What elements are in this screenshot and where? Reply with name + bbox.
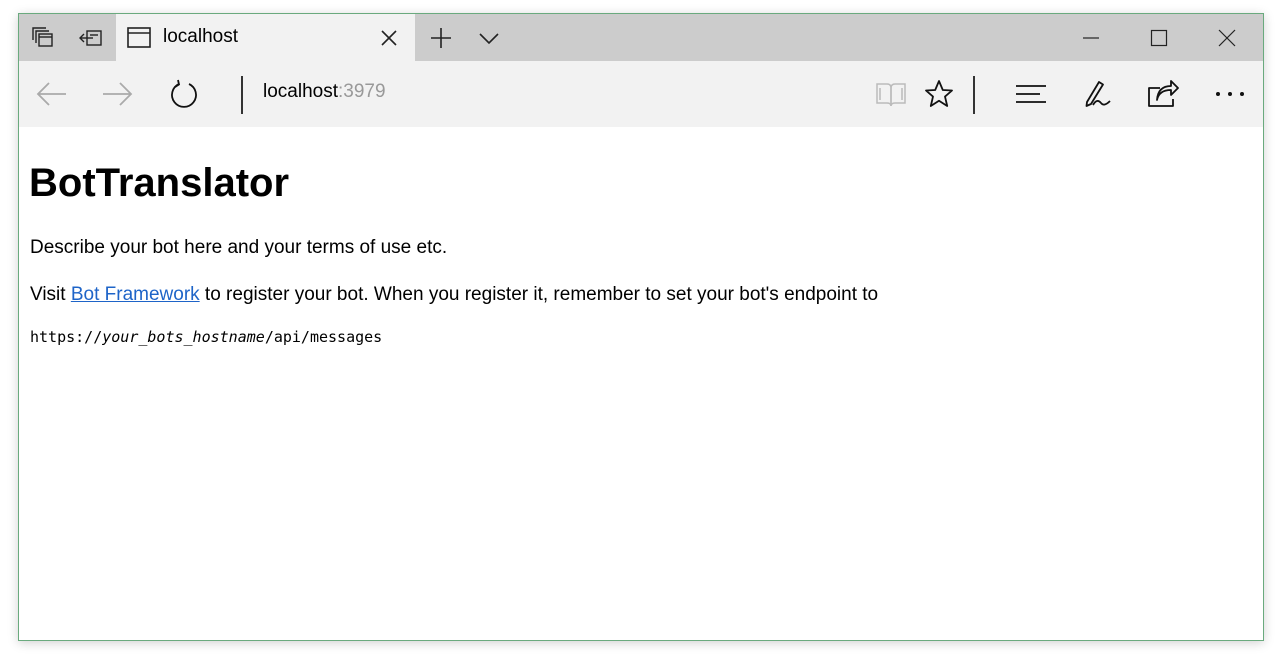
chevron-down-icon [478,31,500,45]
page-heading: BotTranslator [29,161,290,205]
back-arrow-icon [36,81,68,107]
endpoint-path: /api/messages [264,328,383,346]
page-content: BotTranslator Describe your bot here and… [19,127,1263,640]
new-tab-button[interactable] [417,14,465,61]
visit-suffix: to register your bot. When you register … [199,284,879,305]
back-button[interactable] [24,61,80,127]
close-icon [1218,29,1236,47]
tab-preview-icon [31,26,55,50]
close-tab-button[interactable] [379,28,399,48]
description-text: Describe your bot here and your terms of… [30,237,448,258]
set-aside-tabs-button[interactable] [67,14,115,61]
tab-active[interactable]: localhost [116,14,415,61]
page-icon [126,26,152,50]
refresh-icon [169,79,199,109]
web-note-button[interactable] [1070,61,1126,127]
address-host: localhost [263,81,338,102]
pen-icon [1083,79,1113,109]
plus-icon [429,26,453,50]
more-icon [1215,91,1245,97]
bot-framework-link[interactable]: Bot Framework [71,284,200,305]
more-button[interactable] [1202,61,1258,127]
favorite-button[interactable] [911,61,967,127]
endpoint-prefix: https:// [30,328,103,346]
maximize-button[interactable] [1125,14,1193,61]
endpoint-code: https://your_bots_hostname/api/messages [30,328,382,346]
book-icon [875,80,907,108]
tab-list-button[interactable] [465,14,513,61]
hub-button[interactable] [1003,61,1059,127]
hub-icon [1015,83,1047,105]
toolbar-divider [241,76,243,114]
maximize-icon [1150,29,1168,47]
forward-button[interactable] [89,61,145,127]
address-port: :3979 [338,81,386,102]
browser-window: localhost localhost:3979 BotTranslator D… [18,13,1264,641]
endpoint-host: your_bots_hostname [102,328,265,346]
close-icon [379,28,399,48]
visit-prefix: Visit [30,284,71,305]
visit-paragraph: Visit Bot Framework to register your bot… [30,284,878,306]
toolbar-divider [973,76,975,114]
star-icon [924,79,954,109]
refresh-button[interactable] [156,61,212,127]
address-bar[interactable]: localhost:3979 [263,81,386,103]
tab-strip: localhost [19,14,1263,61]
tab-preview-button[interactable] [19,14,67,61]
set-aside-tabs-icon [78,26,104,50]
share-icon [1147,80,1179,108]
minimize-button[interactable] [1057,14,1125,61]
tab-title: localhost [163,26,238,47]
forward-arrow-icon [101,81,133,107]
minimize-icon [1082,29,1100,47]
navigation-bar: localhost:3979 [19,61,1263,127]
share-button[interactable] [1135,61,1191,127]
close-window-button[interactable] [1193,14,1261,61]
